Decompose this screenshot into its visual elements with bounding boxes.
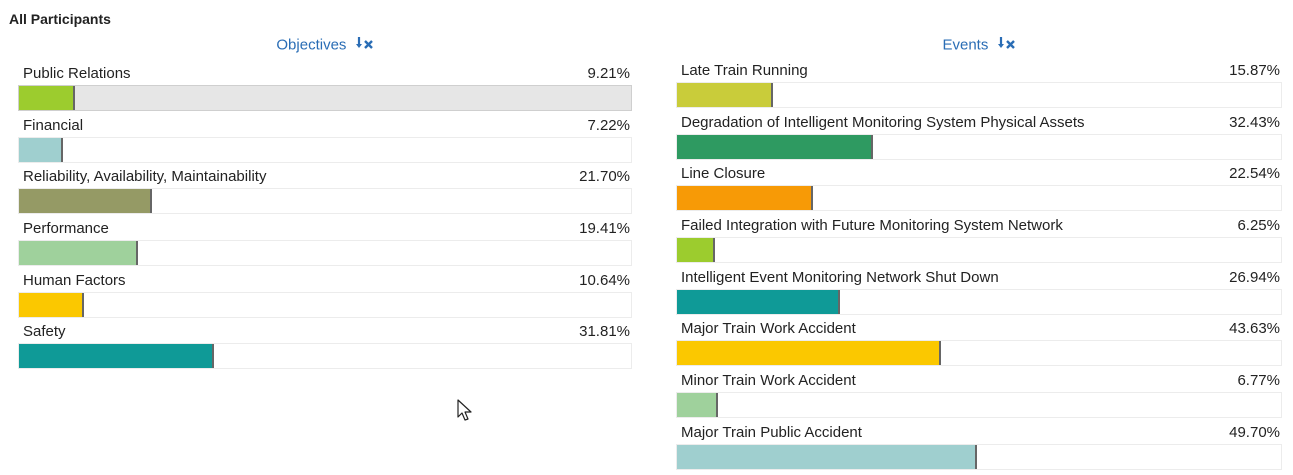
objectives-row[interactable]: Public Relations 9.21%: [18, 64, 632, 116]
events-row-label: Minor Train Work Accident: [681, 372, 856, 390]
events-row-value: 15.87%: [1229, 62, 1280, 79]
events-bar-fill: [677, 289, 840, 314]
objectives-row-label: Safety: [23, 323, 66, 341]
objectives-row-value: 10.64%: [579, 271, 630, 289]
objectives-row-value: 7.22%: [587, 116, 630, 134]
objectives-row-label: Performance: [23, 220, 109, 238]
events-row-label: Failed Integration with Future Monitorin…: [681, 217, 1063, 235]
objectives-row-value: 9.21%: [587, 65, 630, 82]
events-row-label: Major Train Work Accident: [681, 320, 856, 338]
events-row-value: 43.63%: [1229, 320, 1280, 338]
events-row[interactable]: Late Train Running 15.87%: [676, 61, 1282, 113]
events-row[interactable]: Minor Train Work Accident 6.77%: [676, 371, 1282, 423]
events-row[interactable]: Line Closure 22.54%: [676, 164, 1282, 216]
objectives-bar-fill: [19, 292, 85, 317]
events-row[interactable]: Intelligent Event Monitoring Network Shu…: [676, 268, 1282, 320]
objectives-bar-fill: [19, 86, 76, 110]
sort-clear-icon[interactable]: [355, 36, 374, 54]
events-bar-track[interactable]: [676, 288, 1282, 315]
events-bar-fill: [677, 134, 873, 159]
events-row-value: 26.94%: [1229, 268, 1280, 286]
objectives-bar-fill: [19, 241, 138, 266]
events-bar-track[interactable]: [676, 82, 1282, 108]
events-row-value: 6.25%: [1237, 217, 1280, 235]
events-row-value: 49.70%: [1229, 423, 1280, 441]
objectives-row-value: 31.81%: [579, 323, 630, 341]
objectives-row[interactable]: Reliability, Availability, Maintainabili…: [18, 167, 632, 219]
events-bar-fill: [677, 83, 773, 107]
objectives-bar-fill: [19, 137, 64, 162]
objectives-row-label: Public Relations: [23, 65, 131, 82]
objectives-bar-track[interactable]: [18, 343, 632, 370]
events-header: Events: [676, 36, 1282, 54]
events-row-label: Line Closure: [681, 165, 766, 183]
objectives-row[interactable]: Human Factors 10.64%: [18, 271, 632, 323]
objectives-row[interactable]: Performance 19.41%: [18, 219, 632, 271]
sort-clear-icon[interactable]: [997, 36, 1016, 54]
objectives-header-label[interactable]: Objectives: [276, 37, 346, 54]
objectives-row-value: 21.70%: [579, 168, 630, 186]
events-row-label: Intelligent Event Monitoring Network Shu…: [681, 268, 999, 286]
events-bar-fill: [677, 186, 814, 211]
objectives-bar-track[interactable]: [18, 240, 632, 267]
events-row[interactable]: Major Train Public Accident 49.70%: [676, 423, 1282, 475]
events-bar-track[interactable]: [676, 133, 1282, 160]
page-title: All Participants: [9, 11, 111, 27]
events-row-value: 22.54%: [1229, 165, 1280, 183]
objectives-row[interactable]: Financial 7.22%: [18, 116, 632, 168]
objectives-bar-track[interactable]: [18, 188, 632, 215]
objectives-row-label: Financial: [23, 116, 84, 134]
objectives-row-label: Human Factors: [23, 271, 126, 289]
events-row[interactable]: Degradation of Intelligent Monitoring Sy…: [676, 113, 1282, 165]
events-bar-fill: [677, 393, 718, 418]
events-row-value: 32.43%: [1229, 113, 1280, 131]
events-bar-fill: [677, 444, 978, 469]
objectives-row-label: Reliability, Availability, Maintainabili…: [23, 168, 267, 186]
objectives-bar-track[interactable]: [18, 291, 632, 318]
objectives-bar-fill: [19, 344, 214, 369]
objectives-row[interactable]: Safety 31.81%: [18, 322, 632, 374]
events-row-label: Major Train Public Accident: [681, 423, 862, 441]
objectives-bar-track[interactable]: [18, 85, 632, 111]
events-row-value: 6.77%: [1237, 372, 1280, 390]
events-bar-track[interactable]: [676, 237, 1282, 264]
events-bar-fill: [677, 238, 715, 263]
objectives-header: Objectives: [18, 36, 632, 54]
events-bar-track[interactable]: [676, 340, 1282, 367]
events-bar-track[interactable]: [676, 392, 1282, 419]
events-row-label: Late Train Running: [681, 62, 808, 79]
objectives-row-value: 19.41%: [579, 220, 630, 238]
objectives-bar-track[interactable]: [18, 136, 632, 163]
objectives-bar-fill: [19, 189, 152, 214]
events-row[interactable]: Major Train Work Accident 43.63%: [676, 319, 1282, 371]
mouse-pointer-icon: [457, 399, 473, 428]
events-bar-fill: [677, 341, 941, 366]
events-row-label: Degradation of Intelligent Monitoring Sy…: [681, 113, 1085, 131]
events-list: Late Train Running 15.87% Degradation of I…: [676, 61, 1282, 475]
events-bar-track[interactable]: [676, 185, 1282, 212]
events-header-label[interactable]: Events: [942, 37, 988, 54]
events-row[interactable]: Failed Integration with Future Monitorin…: [676, 216, 1282, 268]
objectives-list: Public Relations 9.21% Financial 7.22% Relia…: [18, 64, 632, 374]
